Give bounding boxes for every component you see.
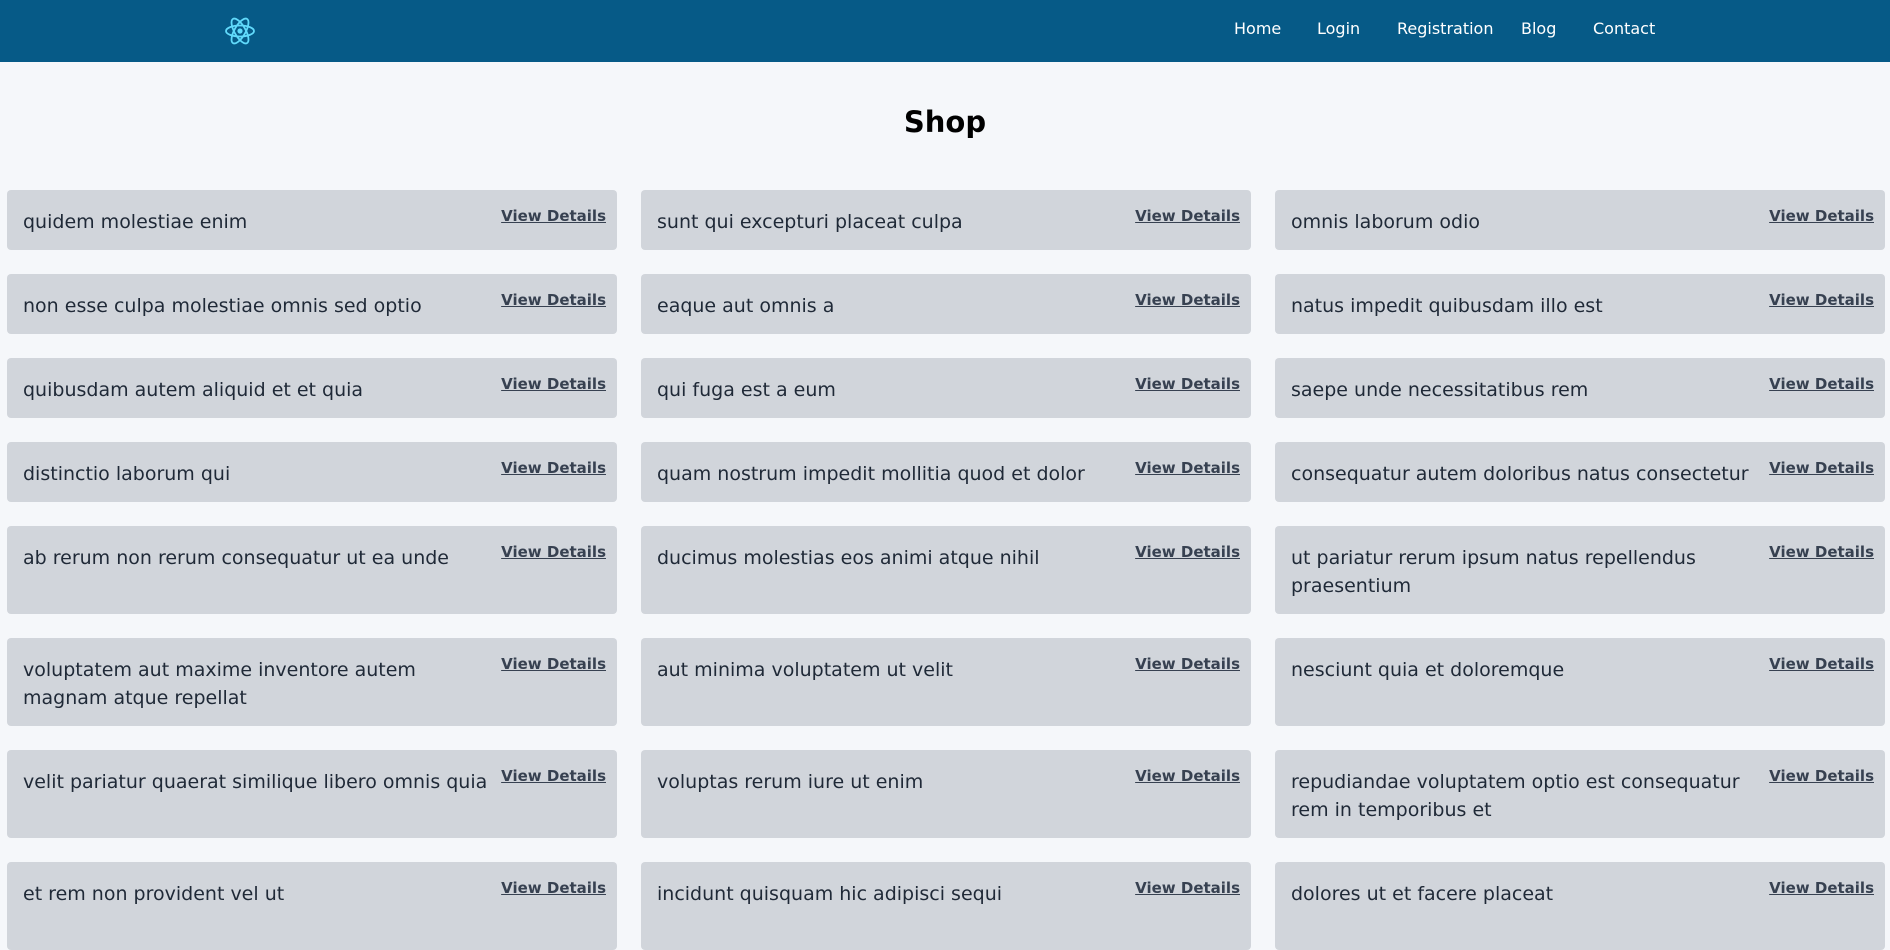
product-card: omnis laborum odio View Details (1275, 190, 1885, 250)
product-card: eaque aut omnis a View Details (641, 274, 1251, 334)
view-details-link[interactable]: View Details (501, 542, 606, 562)
product-card: ducimus molestias eos animi atque nihil V… (641, 526, 1251, 614)
nav-link-blog[interactable]: Blog (1521, 19, 1556, 39)
product-title: voluptas rerum iure ut enim (657, 771, 924, 793)
view-details-link[interactable]: View Details (1135, 374, 1240, 394)
view-details-link[interactable]: View Details (501, 654, 606, 674)
product-card: ab rerum non rerum consequatur ut ea und… (7, 526, 617, 614)
product-title: et rem non provident vel ut (23, 883, 285, 905)
product-title: consequatur autem doloribus natus consec… (1291, 463, 1749, 485)
view-details-link[interactable]: View Details (1769, 206, 1874, 226)
page-title: Shop (903, 105, 987, 139)
view-details-link[interactable]: View Details (1769, 290, 1874, 310)
product-card: et rem non provident vel ut View Details (7, 862, 617, 950)
product-card: incidunt quisquam hic adipisci sequi View… (641, 862, 1251, 950)
view-details-link[interactable]: View Details (501, 458, 606, 478)
product-title: ut pariatur rerum ipsum natus repellendu… (1291, 547, 1696, 597)
nav-link-registration[interactable]: Registration (1397, 19, 1493, 39)
view-details-link[interactable]: View Details (501, 206, 606, 226)
product-card: qui fuga est a eum View Details (641, 358, 1251, 418)
view-details-link[interactable]: View Details (1135, 654, 1240, 674)
navbar: Home Login Registration Blog Contact (0, 0, 1890, 62)
product-card: natus impedit quibusdam illo est View Det… (1275, 274, 1885, 334)
product-title: ab rerum non rerum consequatur ut ea und… (23, 547, 449, 569)
product-card: repudiandae voluptatem optio est consequ… (1275, 750, 1885, 838)
product-title: natus impedit quibusdam illo est (1291, 295, 1603, 317)
product-title: nesciunt quia et doloremque (1291, 659, 1565, 681)
product-card: voluptatem aut maxime inventore autem ma… (7, 638, 617, 726)
view-details-link[interactable]: View Details (501, 290, 606, 310)
product-title: velit pariatur quaerat similique libero … (23, 771, 488, 793)
view-details-link[interactable]: View Details (1769, 878, 1874, 898)
product-card: quidem molestiae enim View Details (7, 190, 617, 250)
product-card: sunt qui excepturi placeat culpa View Det… (641, 190, 1251, 250)
view-details-link[interactable]: View Details (1769, 458, 1874, 478)
product-card: aut minima voluptatem ut velit View Detai… (641, 638, 1251, 726)
product-title: dolores ut et facere placeat (1291, 883, 1554, 905)
product-card: nesciunt quia et doloremque View Details (1275, 638, 1885, 726)
view-details-link[interactable]: View Details (1135, 458, 1240, 478)
product-title: aut minima voluptatem ut velit (657, 659, 953, 681)
product-card: saepe unde necessitatibus rem View Detail… (1275, 358, 1885, 418)
product-title: qui fuga est a eum (657, 379, 836, 401)
product-title: quidem molestiae enim (23, 211, 248, 233)
product-title: quibusdam autem aliquid et et quia (23, 379, 364, 401)
product-title: voluptatem aut maxime inventore autem ma… (23, 659, 416, 709)
view-details-link[interactable]: View Details (1769, 766, 1874, 786)
product-card: distinctio laborum qui View Details (7, 442, 617, 502)
view-details-link[interactable]: View Details (1769, 654, 1874, 674)
product-card: quibusdam autem aliquid et et quia View D… (7, 358, 617, 418)
product-title: repudiandae voluptatem optio est consequ… (1291, 771, 1740, 821)
view-details-link[interactable]: View Details (501, 374, 606, 394)
view-details-link[interactable]: View Details (501, 766, 606, 786)
view-details-link[interactable]: View Details (501, 878, 606, 898)
product-title: incidunt quisquam hic adipisci sequi (657, 883, 1003, 905)
view-details-link[interactable]: View Details (1135, 878, 1240, 898)
product-title: saepe unde necessitatibus rem (1291, 379, 1589, 401)
product-card: velit pariatur quaerat similique libero … (7, 750, 617, 838)
product-title: eaque aut omnis a (657, 295, 835, 317)
nav-link-login[interactable]: Login (1317, 19, 1360, 39)
react-atom-icon[interactable] (222, 14, 258, 48)
view-details-link[interactable]: View Details (1135, 542, 1240, 562)
view-details-link[interactable]: View Details (1769, 542, 1874, 562)
product-title: sunt qui excepturi placeat culpa (657, 211, 963, 233)
view-details-link[interactable]: View Details (1135, 766, 1240, 786)
nav-link-contact[interactable]: Contact (1593, 19, 1655, 39)
product-card: dolores ut et facere placeat View Details (1275, 862, 1885, 950)
product-title: quam nostrum impedit mollitia quod et do… (657, 463, 1085, 485)
product-card: ut pariatur rerum ipsum natus repellendu… (1275, 526, 1885, 614)
product-card: consequatur autem doloribus natus consec… (1275, 442, 1885, 502)
product-title: non esse culpa molestiae omnis sed optio (23, 295, 422, 317)
product-title: ducimus molestias eos animi atque nihil (657, 547, 1040, 569)
view-details-link[interactable]: View Details (1135, 206, 1240, 226)
product-title: distinctio laborum qui (23, 463, 231, 485)
product-card: non esse culpa molestiae omnis sed optio… (7, 274, 617, 334)
product-card: quam nostrum impedit mollitia quod et do… (641, 442, 1251, 502)
product-card: voluptas rerum iure ut enim View Details (641, 750, 1251, 838)
view-details-link[interactable]: View Details (1135, 290, 1240, 310)
product-title: omnis laborum odio (1291, 211, 1480, 233)
nav-link-home[interactable]: Home (1234, 19, 1281, 39)
view-details-link[interactable]: View Details (1769, 374, 1874, 394)
